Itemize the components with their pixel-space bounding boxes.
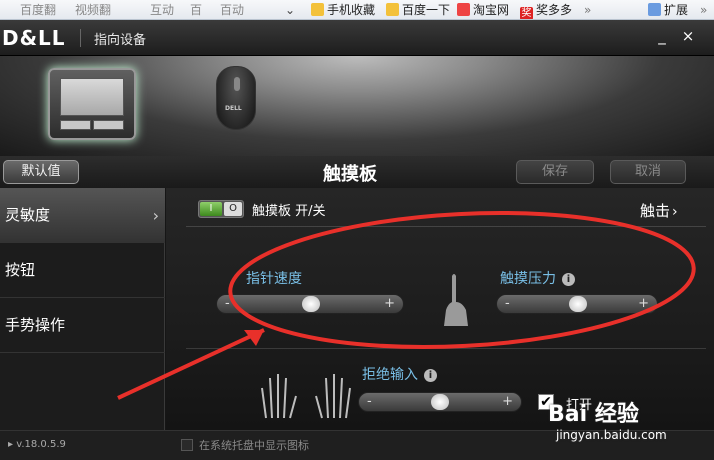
- page-title: 触摸板: [323, 164, 377, 185]
- cancel-button[interactable]: 取消: [610, 160, 686, 184]
- chevron-down-icon[interactable]: ⌄: [285, 3, 295, 17]
- chevron-right-icon: ›: [672, 204, 678, 220]
- touchpad-device-icon[interactable]: [48, 68, 136, 140]
- tap-settings-link[interactable]: 触击 ›: [640, 200, 678, 221]
- touchpad-left-button-graphic: [60, 120, 91, 130]
- favorite-link[interactable]: 奖奖多多: [520, 3, 573, 19]
- mouse-device-icon[interactable]: DELL: [216, 66, 256, 130]
- favorite-item-faded[interactable]: 视频翻: [75, 3, 111, 17]
- more-extensions-button[interactable]: »: [700, 3, 707, 17]
- sidebar-item-label: 灵敏度: [5, 206, 51, 224]
- dell-logo: D&LL: [2, 26, 66, 50]
- chevron-right-icon: ›: [152, 206, 159, 225]
- favorite-link[interactable]: 百度一下: [386, 3, 450, 17]
- action-bar: 默认值 触摸板 保存 取消: [0, 156, 714, 188]
- favorite-item-faded[interactable]: 百度翻: [20, 3, 56, 17]
- grid-icon: [648, 3, 661, 16]
- show-tray-icon-checkbox[interactable]: [181, 439, 193, 451]
- slider-minus: -: [225, 296, 230, 311]
- touchpad-toggle[interactable]: I O: [198, 200, 244, 218]
- touch-pressure-thumb[interactable]: [569, 296, 587, 312]
- sidebar: 灵敏度 › 按钮 手势操作: [0, 188, 165, 430]
- slider-plus: +: [384, 296, 395, 311]
- slider-plus: +: [502, 394, 513, 409]
- finger-press-icon: [444, 274, 468, 326]
- favorite-item-faded[interactable]: 百: [190, 3, 202, 17]
- award-icon: 奖: [520, 7, 533, 19]
- extensions-button[interactable]: 扩展: [648, 3, 688, 17]
- favorite-label: 奖多多: [536, 3, 573, 17]
- touchpad-toggle-label: 触摸板 开/关: [252, 204, 326, 219]
- mouse-wheel-graphic: [234, 77, 240, 91]
- favorite-item-faded[interactable]: 互动: [150, 3, 174, 17]
- favorite-item-faded[interactable]: 百动: [220, 3, 244, 17]
- favorite-link[interactable]: 手机收藏: [311, 3, 375, 17]
- slider-plus: +: [638, 296, 649, 311]
- folder-icon: [311, 3, 324, 16]
- restore-defaults-button[interactable]: 默认值: [3, 160, 79, 184]
- favorite-label: 手机收藏: [327, 3, 376, 17]
- close-button[interactable]: ×: [678, 26, 698, 46]
- folder-icon: [386, 3, 399, 16]
- sidebar-item-sensitivity[interactable]: 灵敏度 ›: [0, 188, 165, 243]
- sidebar-item-buttons[interactable]: 按钮: [0, 243, 165, 298]
- section-divider: [186, 226, 706, 227]
- browser-favorites-bar: 百度翻 视频翻 互动 百 百动 ⌄ 手机收藏 百度一下 淘宝网 奖奖多多 » 扩…: [0, 0, 714, 20]
- palm-rejection-label: 拒绝输入 i: [362, 364, 437, 384]
- title-bar: D&LL 指向设备 _ ×: [0, 20, 714, 56]
- touch-pressure-label: 触摸压力 i: [500, 268, 575, 288]
- palm-rejection-thumb[interactable]: [431, 394, 449, 410]
- favorite-label: 百度一下: [402, 3, 451, 17]
- pointing-device-window: D&LL 指向设备 _ × DELL 默认值 触摸板 保存 取消 灵敏度 › 按…: [0, 20, 714, 460]
- screenshot: 百度翻 视频翻 互动 百 百动 ⌄ 手机收藏 百度一下 淘宝网 奖奖多多 » 扩…: [0, 0, 714, 460]
- pointer-speed-thumb[interactable]: [302, 296, 320, 312]
- palm-rejection-text: 拒绝输入: [362, 367, 418, 383]
- pointer-speed-slider[interactable]: - +: [216, 294, 404, 314]
- palm-rejection-slider[interactable]: - +: [358, 392, 522, 412]
- toggle-on-indicator: I: [200, 202, 222, 216]
- palm-hands-icon: [261, 374, 351, 419]
- sidebar-item-label: 手势操作: [5, 316, 66, 334]
- section-divider: [186, 348, 706, 349]
- window-title: 指向设备: [94, 33, 147, 48]
- info-icon[interactable]: i: [424, 369, 437, 382]
- baidu-watermark-logo: Bai 经验: [548, 402, 639, 427]
- extensions-label: 扩展: [664, 3, 689, 17]
- favorite-link[interactable]: 淘宝网: [457, 3, 509, 17]
- title-divider: [80, 29, 81, 47]
- sidebar-item-label: 按钮: [5, 261, 36, 279]
- slider-minus: -: [367, 394, 372, 409]
- favorite-label: 淘宝网: [473, 3, 510, 17]
- tap-link-label: 触击: [640, 202, 671, 220]
- more-favorites-button[interactable]: »: [584, 3, 591, 17]
- slider-minus: -: [505, 296, 510, 311]
- info-icon[interactable]: i: [562, 273, 575, 286]
- touch-pressure-text: 触摸压力: [500, 271, 556, 287]
- touch-pressure-slider[interactable]: - +: [496, 294, 658, 314]
- sidebar-item-gestures[interactable]: 手势操作: [0, 298, 165, 353]
- device-selector: DELL: [0, 56, 714, 156]
- touchpad-surface: [60, 78, 124, 116]
- sensitivity-panel: I O 触摸板 开/关 触击 › 指针速度 - + 触摸压力 i - + 拒绝输…: [166, 188, 714, 430]
- pointer-speed-label: 指针速度: [246, 271, 302, 287]
- show-tray-icon-label: 在系统托盘中显示图标: [199, 439, 309, 452]
- save-button[interactable]: 保存: [516, 160, 594, 184]
- minimize-button[interactable]: _: [652, 26, 672, 46]
- mouse-brand: DELL: [225, 105, 242, 112]
- baidu-watermark-url: jingyan.baidu.com: [556, 428, 667, 442]
- version-label[interactable]: ▸ v.18.0.5.9: [8, 439, 66, 450]
- touchpad-right-button-graphic: [93, 120, 124, 130]
- taobao-icon: [457, 3, 470, 16]
- toggle-off-indicator: O: [224, 202, 242, 216]
